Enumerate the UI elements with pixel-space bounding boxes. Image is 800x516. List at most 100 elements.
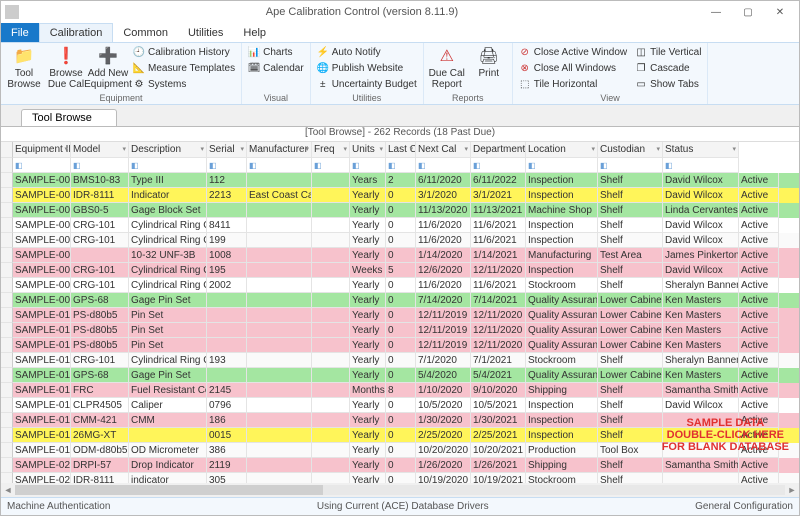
table-cell[interactable]: Active	[739, 173, 779, 188]
table-cell[interactable]	[312, 338, 350, 353]
table-row[interactable]: SAMPLE-010PS-d80b5Pin SetYearly012/11/20…	[1, 308, 799, 323]
table-cell[interactable]: Ken Masters	[663, 338, 739, 353]
table-cell[interactable]: Yearly	[350, 203, 386, 218]
table-cell[interactable]	[247, 473, 312, 483]
table-cell[interactable]: 1/26/2020	[416, 458, 471, 473]
table-cell[interactable]: Yearly	[350, 428, 386, 443]
table-cell[interactable]: 2	[386, 173, 416, 188]
calendar-button[interactable]: 🗓Calendar	[245, 60, 307, 76]
table-cell[interactable]: Shelf	[598, 458, 663, 473]
table-row[interactable]: SAMPLE-007CRG-101Cylindrical Ring G195We…	[1, 263, 799, 278]
table-cell[interactable]	[312, 353, 350, 368]
table-cell[interactable]: 0	[386, 368, 416, 383]
table-cell[interactable]	[312, 248, 350, 263]
table-row[interactable]: SAMPLE-016CLPR4505Caliper0796Yearly010/5…	[1, 398, 799, 413]
table-cell[interactable]: 1/14/2020	[416, 248, 471, 263]
table-cell[interactable]: Yearly	[350, 218, 386, 233]
table-cell[interactable]: 386	[207, 443, 247, 458]
table-cell[interactable]: 0	[386, 188, 416, 203]
table-row[interactable]: SAMPLE-009GPS-68Gage Pin SetYearly07/14/…	[1, 293, 799, 308]
table-cell[interactable]: David Wilcox	[663, 233, 739, 248]
table-cell[interactable]: Sheralyn Banner	[663, 353, 739, 368]
column-header[interactable]: Status	[663, 142, 739, 158]
table-cell[interactable]	[247, 353, 312, 368]
table-cell[interactable]: SAMPLE-020	[13, 458, 71, 473]
table-cell[interactable]: Shelf	[598, 353, 663, 368]
table-cell[interactable]: 7/1/2020	[416, 353, 471, 368]
table-cell[interactable]: 8	[386, 383, 416, 398]
table-cell[interactable]	[312, 368, 350, 383]
table-cell[interactable]: SAMPLE-017	[13, 413, 71, 428]
table-cell[interactable]: CMM	[129, 413, 207, 428]
table-cell[interactable]	[312, 323, 350, 338]
table-cell[interactable]: SAMPLE-013	[13, 353, 71, 368]
table-cell[interactable]: Active	[739, 188, 779, 203]
column-header[interactable]: Freq	[312, 142, 350, 158]
table-cell[interactable]: Active	[739, 473, 779, 483]
table-cell[interactable]: GBS0-5	[71, 203, 129, 218]
table-cell[interactable]: 7/1/2021	[471, 353, 526, 368]
table-cell[interactable]	[247, 263, 312, 278]
table-row[interactable]: SAMPLE-004CRG-101Cylindrical Ring G8411Y…	[1, 218, 799, 233]
scroll-thumb[interactable]	[15, 485, 323, 495]
table-cell[interactable]: Ken Masters	[663, 308, 739, 323]
table-cell[interactable]: 5	[386, 263, 416, 278]
table-cell[interactable]: 0	[386, 323, 416, 338]
table-cell[interactable]: Yearly	[350, 368, 386, 383]
table-cell[interactable]: 2002	[207, 278, 247, 293]
table-cell[interactable]: 6/11/2022	[471, 173, 526, 188]
table-cell[interactable]	[247, 218, 312, 233]
uncertainty-button[interactable]: ±Uncertainty Budget	[314, 76, 420, 92]
table-cell[interactable]	[663, 473, 739, 483]
table-cell[interactable]: Gage Block Set	[129, 203, 207, 218]
column-filter[interactable]	[71, 158, 129, 173]
table-cell[interactable]: SAMPLE-010	[13, 308, 71, 323]
table-cell[interactable]: Cylindrical Ring G	[129, 233, 207, 248]
table-cell[interactable]: 11/6/2021	[471, 278, 526, 293]
column-filter[interactable]	[598, 158, 663, 173]
table-cell[interactable]: Yearly	[350, 473, 386, 483]
table-cell[interactable]: SAMPLE-015	[13, 383, 71, 398]
table-cell[interactable]: Shelf	[598, 218, 663, 233]
table-cell[interactable]: 10/5/2021	[471, 398, 526, 413]
table-cell[interactable]: 1/10/2020	[416, 383, 471, 398]
table-cell[interactable]: Active	[739, 248, 779, 263]
table-cell[interactable]: 5/4/2021	[471, 368, 526, 383]
table-cell[interactable]: SAMPLE-012	[13, 338, 71, 353]
cascade-button[interactable]: ❐Cascade	[632, 60, 704, 76]
table-cell[interactable]: 26MG-XT	[71, 428, 129, 443]
table-cell[interactable]	[312, 473, 350, 483]
table-cell[interactable]: SAMPLE-009	[13, 293, 71, 308]
table-cell[interactable]: Ken Masters	[663, 323, 739, 338]
table-cell[interactable]: 0	[386, 473, 416, 483]
table-cell[interactable]: Yearly	[350, 413, 386, 428]
table-cell[interactable]: 11/6/2021	[471, 218, 526, 233]
table-cell[interactable]	[312, 413, 350, 428]
table-cell[interactable]: Yearly	[350, 293, 386, 308]
due-cal-report-button[interactable]: ⚠Due Cal Report	[427, 44, 467, 90]
table-cell[interactable]	[312, 293, 350, 308]
table-cell[interactable]: 9/10/2020	[471, 383, 526, 398]
table-cell[interactable]: Type III	[129, 173, 207, 188]
table-row[interactable]: SAMPLE-005CRG-101Cylindrical Ring G199Ye…	[1, 233, 799, 248]
table-cell[interactable]: ODM-d80b5	[71, 443, 129, 458]
table-cell[interactable]: 10/20/2020	[416, 443, 471, 458]
table-cell[interactable]: Yearly	[350, 353, 386, 368]
table-row[interactable]: SAMPLE-017CMM-421CMM186Yearly01/30/20201…	[1, 413, 799, 428]
table-cell[interactable]: 0	[386, 458, 416, 473]
systems-button[interactable]: ⚙Systems	[130, 76, 238, 92]
table-cell[interactable]: Inspection	[526, 263, 598, 278]
table-cell[interactable]: 11/6/2020	[416, 233, 471, 248]
table-cell[interactable]	[312, 428, 350, 443]
table-cell[interactable]: David Wilcox	[663, 398, 739, 413]
table-cell[interactable]	[312, 383, 350, 398]
table-cell[interactable]	[207, 368, 247, 383]
table-cell[interactable]: SAMPLE-005	[13, 233, 71, 248]
table-cell[interactable]: Shelf	[598, 233, 663, 248]
table-cell[interactable]: Active	[739, 458, 779, 473]
column-filter[interactable]	[13, 158, 71, 173]
table-cell[interactable]: Stockroom	[526, 278, 598, 293]
close-all-button[interactable]: ⊗Close All Windows	[516, 60, 630, 76]
table-cell[interactable]: 5/4/2020	[416, 368, 471, 383]
table-cell[interactable]: Active	[739, 413, 779, 428]
